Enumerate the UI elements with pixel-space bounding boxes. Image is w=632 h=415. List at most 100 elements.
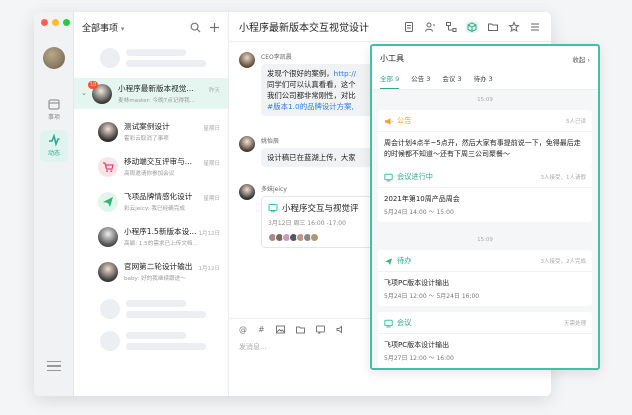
filter-label: 全部事项 <box>82 23 119 34</box>
meeting-card[interactable]: 会议 无需处理 飞项PC版本设计输出 5月27日 12:00 ～ 16:00 <box>378 312 592 368</box>
card-meta: 5人已读 <box>566 119 586 125</box>
conversation-row[interactable]: 飞项品牌情感化设计 彩云jeicy: 我已经确完成 星期日 <box>74 186 228 217</box>
card-text: 周会计划4点半~5点开，然后大家有事提前说一下，免得最后走的时候都不知道～还有下… <box>384 139 581 158</box>
card-kind: 会议 <box>397 318 412 327</box>
tab-meetings[interactable]: 会议 3 <box>442 73 461 89</box>
rail-item-label: 动态 <box>47 150 60 157</box>
conversation-name: 小程序1.5新版本设... <box>124 227 197 236</box>
card-text: 飞项PC版本设计输出 <box>384 341 450 349</box>
panel-header: 小工具 收起 › <box>372 46 598 64</box>
add-icon[interactable] <box>209 22 220 33</box>
structure-icon[interactable] <box>445 21 457 33</box>
minimize-window-button[interactable] <box>52 19 59 26</box>
avatar <box>98 156 118 177</box>
meeting-card[interactable]: 小程序交互与视觉评 3月12日 周三 16:00 -17:00 <box>261 196 381 248</box>
menu-icon[interactable] <box>47 358 61 374</box>
avatar <box>98 261 118 282</box>
announcement-card[interactable]: 公告 5人已读 周会计划4点半~5点开，然后大家有事提前说一下，免得最后走的时候… <box>378 110 592 167</box>
mention-icon[interactable]: @ <box>239 325 247 334</box>
card-kind: 待办 <box>397 256 412 265</box>
message-link[interactable]: http:// <box>334 69 357 78</box>
megaphone-icon <box>385 117 393 125</box>
conversation-name: 测试案例设计 <box>124 122 170 131</box>
conversation-time: 星期日 <box>203 196 220 202</box>
card-time: 5月24日 14:00 ～ 15:00 <box>384 209 454 216</box>
user-avatar[interactable] <box>43 47 65 69</box>
collapse-button[interactable]: 收起 › <box>572 54 590 64</box>
conversation-row[interactable]: ⌄ 10 小程序最新版本视觉... 麦林master: 今晚7点记得我们开分..… <box>74 78 228 109</box>
conversation-time: 星期日 <box>203 126 220 132</box>
conversation-time: 1月12日 <box>198 266 221 272</box>
sender-name: 多妹jeicy <box>261 186 287 193</box>
conversation-preview: 彩云jeicy: 我已经确完成 <box>124 206 185 212</box>
conversation-time: 1月12日 <box>198 231 221 237</box>
meeting-title: 小程序交互与视觉评 <box>282 204 359 214</box>
meeting-date: 3月12日 周三 16:00 -17:00 <box>268 220 346 227</box>
rail-item-label: 事项 <box>47 114 60 121</box>
search-icon[interactable] <box>190 22 201 33</box>
conversation-name: 移动端交互评审与... <box>124 157 192 166</box>
zoom-window-button[interactable] <box>63 19 70 26</box>
message-tag[interactable]: #版本1.0的品牌设计方案, <box>267 102 354 111</box>
tab-all[interactable]: 全部 9 <box>380 73 400 89</box>
meeting-icon <box>384 319 393 327</box>
hashtag-icon[interactable]: # <box>258 325 265 334</box>
card-text: 2021年第10周产品周会 <box>384 195 460 203</box>
folder-icon[interactable] <box>487 21 499 33</box>
chat-title: 小程序最新版本交互视觉设计 <box>239 23 369 34</box>
members-icon[interactable] <box>424 21 436 33</box>
conversation-row[interactable]: 移动端交互评审与... 高周邀请你参加会议 星期日 <box>74 151 228 182</box>
todo-card[interactable]: 待办 3人接受，2人完成 飞项PC版本设计输出 5月24日 12:00 ～ 5月… <box>378 250 592 306</box>
panel-title: 小工具 <box>380 54 404 63</box>
avatar <box>98 226 118 247</box>
send-icon <box>385 257 392 265</box>
close-window-button[interactable] <box>41 19 48 26</box>
document-icon[interactable] <box>403 21 415 33</box>
card-time: 5月27日 12:00 ～ 16:00 <box>384 355 454 362</box>
conversation-preview: 高周邀请你参加会议 <box>124 171 175 177</box>
chat-header: 小程序最新版本交互视觉设计 <box>229 12 551 42</box>
conversation-list: 全部事项 ▾ ⌄ 10 小程序最新版本视觉... 麦林master: 今晚7点记… <box>74 12 229 396</box>
image-icon[interactable] <box>275 325 285 334</box>
message-text: 设计稿已在蓝湖上传，大家 <box>267 153 356 162</box>
star-icon[interactable] <box>508 20 520 33</box>
tab-announcements[interactable]: 公告 3 <box>411 73 430 89</box>
avatar: 10 <box>88 80 112 104</box>
conversation-row[interactable]: 小程序1.5新版本设... 高颖: 1.5的需求已上传文档... 1月12日 <box>74 221 228 252</box>
widget-panel: 小工具 收起 › 全部 9 公告 3 会议 3 待办 3 15:09 公告 5人… <box>370 44 600 370</box>
cart-icon <box>103 161 114 172</box>
avatar <box>239 184 255 200</box>
conversation-name: 官网第二轮设计输出 <box>124 262 193 271</box>
conversation-preview: baby: 好的我继续跟进～ <box>124 276 186 282</box>
send-icon <box>103 196 113 207</box>
message-text: 我们公司都非常刚性，对比 <box>267 91 356 100</box>
message-text: 发现个很好的案例， <box>267 69 334 78</box>
folder-icon[interactable] <box>295 325 305 334</box>
filter-dropdown[interactable]: 全部事项 ▾ <box>82 21 190 34</box>
more-menu-icon[interactable] <box>529 21 541 33</box>
card-kind: 会议进行中 <box>397 172 433 181</box>
card-meta: 3人接受，1人请假 <box>540 175 587 181</box>
conversation-row[interactable]: 测试案例设计 霍彩云取消了事项 星期日 <box>74 116 228 147</box>
rail-item-feed[interactable]: 动态 <box>40 130 68 162</box>
meeting-icon <box>268 204 278 213</box>
rail-item-tasks[interactable]: 事项 <box>40 94 68 126</box>
conversation-preview: 霍彩云取消了事项 <box>124 136 169 142</box>
quote-icon[interactable] <box>315 325 325 334</box>
voice-icon[interactable] <box>336 325 345 334</box>
card-text: 飞项PC版本设计输出 <box>384 279 450 287</box>
window-controls <box>41 19 70 26</box>
chat-message: 多妹jeicy 小程序交互与视觉评 3月12日 周三 16:00 -17:00 <box>239 184 381 248</box>
avatar <box>239 52 255 68</box>
chevron-down-icon[interactable]: ⌄ <box>81 89 87 97</box>
avatar <box>239 136 255 152</box>
meeting-card[interactable]: 会议进行中 3人接受，1人请假 2021年第10周产品周会 5月24日 14:0… <box>378 166 592 222</box>
tab-todos[interactable]: 待办 3 <box>474 73 493 89</box>
calendar-icon <box>48 99 60 110</box>
widget-box-icon[interactable] <box>466 20 478 33</box>
conversation-row[interactable]: 官网第二轮设计输出 baby: 好的我继续跟进～ 1月12日 <box>74 256 228 287</box>
card-meta: 3人接受，2人完成 <box>540 259 587 265</box>
attendee-avatars <box>268 233 374 242</box>
list-placeholder <box>74 42 228 68</box>
conversation-name: 飞项品牌情感化设计 <box>124 192 193 201</box>
